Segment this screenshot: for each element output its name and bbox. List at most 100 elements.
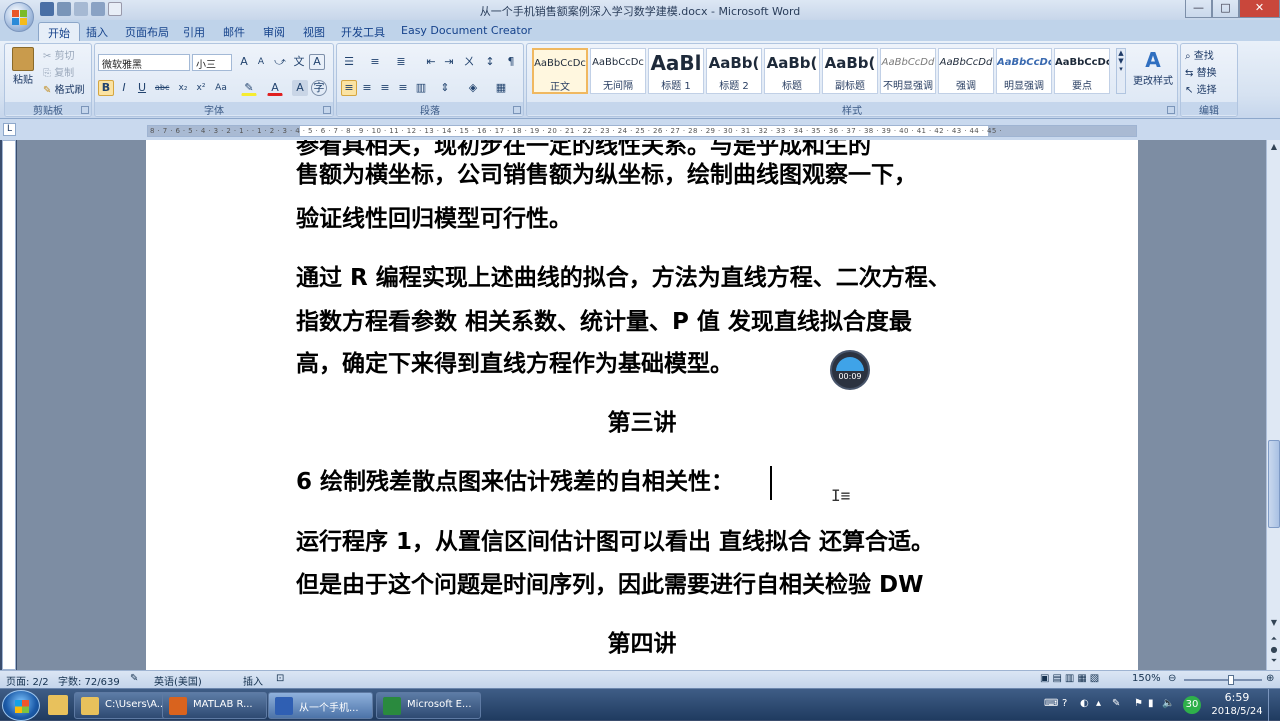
taskbar-item-excel[interactable]: Microsoft E... [376,692,481,719]
style-subtitle[interactable]: AaBb(副标题 [822,48,878,94]
align-right-icon[interactable]: ≡ [377,80,393,96]
pen-icon[interactable]: ✎ [1112,698,1120,709]
help-icon[interactable]: ? [1062,698,1067,709]
power-icon[interactable]: ▮ [1148,698,1154,709]
borders-icon[interactable]: ▦ [493,80,509,96]
style-normal[interactable]: AaBbCcDc 正文 [532,48,588,94]
tab-view[interactable]: 视图 [294,22,334,41]
subscript-button[interactable]: x₂ [175,80,191,96]
style-strong[interactable]: AaBbCcDc 要点 [1054,48,1110,94]
enclose-char-icon[interactable]: 字 [311,80,327,96]
show-marks-icon[interactable]: ¶ [503,54,519,70]
phonetic-guide-icon[interactable]: 文 [291,54,307,70]
copy-button[interactable]: ⎘ 复制 [43,64,74,79]
taskbar-item-matlab[interactable]: MATLAB R... [162,692,267,719]
volume-icon[interactable]: 🔈 [1162,698,1174,709]
vertical-ruler[interactable] [2,140,16,670]
tab-easy-document-creator[interactable]: Easy Document Creator [392,22,541,41]
scrollbar-thumb[interactable] [1268,440,1280,528]
align-left-icon[interactable]: ≡ [341,80,357,96]
font-size-combo[interactable]: 小三 [192,54,232,71]
style-heading-1[interactable]: AaBl 标题 1 [648,48,704,94]
align-center-icon[interactable]: ≡ [359,80,375,96]
underline-button[interactable]: U [134,80,150,96]
strikethrough-button[interactable]: abc [154,80,170,96]
multilevel-list-icon[interactable]: ≣ [393,54,409,70]
shading-icon[interactable]: ◈ [465,80,481,96]
horizontal-ruler[interactable]: 8 · 7 · 6 · 5 · 4 · 3 · 2 · 1 · · 1 · 2 … [147,125,1137,137]
font-name-combo[interactable]: 微软雅黑 [98,54,190,71]
change-case-button[interactable]: Aa [213,80,229,96]
action-center-icon[interactable]: ⚑ [1134,698,1143,709]
prev-page-icon[interactable]: ⏶ [1268,634,1280,644]
style-heading-2[interactable]: AaBb(标题 2 [706,48,762,94]
style-no-spacing[interactable]: AaBbCcDc 无间隔 [590,48,646,94]
zoom-slider[interactable] [1184,675,1262,685]
vertical-scrollbar[interactable]: ▲ ▼ ⏶ ● ⏷ [1266,140,1280,670]
scroll-up-icon[interactable]: ▲ [1268,142,1280,154]
tab-references[interactable]: 引用 [174,22,214,41]
macro-record-icon[interactable]: ⊡ [276,673,284,684]
minimize-button[interactable]: — [1185,0,1212,18]
zoom-in-icon[interactable]: ⊕ [1266,673,1274,684]
tab-review[interactable]: 审阅 [254,22,294,41]
font-launcher-icon[interactable] [323,106,331,114]
chinese-layout-icon[interactable]: ㄨ [461,54,477,70]
show-desktop-button[interactable] [1268,689,1280,721]
paste-button[interactable]: 粘贴 [8,47,38,93]
grow-font-button[interactable]: A [236,54,252,70]
styles-scroll-icon[interactable]: ▲ ▼ ▾ [1116,48,1126,94]
bold-button[interactable]: B [98,80,114,96]
tab-insert[interactable]: 插入 [77,22,117,41]
style-subtle-emphasis[interactable]: AaBbCcDd 不明显强调 [880,48,936,94]
style-emphasis[interactable]: AaBbCcDd 强调 [938,48,994,94]
recording-timer[interactable]: 00:09 [830,350,870,390]
italic-button[interactable]: I [116,80,132,96]
taskbar-item-word[interactable]: 从一个手机... [268,692,373,719]
style-intense-emphasis[interactable]: AaBbCcDc 明显强调 [996,48,1052,94]
network-icon[interactable]: ◐ [1080,698,1089,709]
shrink-font-button[interactable]: A [253,54,269,70]
tab-selector-icon[interactable]: L [3,123,16,136]
paragraph-launcher-icon[interactable] [513,106,521,114]
close-button[interactable]: ✕ [1239,0,1280,18]
cut-button[interactable]: ✂ 剪切 [43,47,75,62]
clipboard-launcher-icon[interactable] [81,106,89,114]
clock-date[interactable]: 2018/5/24 [1208,706,1266,717]
highlight-icon[interactable]: ✎ [241,80,257,96]
tab-mailings[interactable]: 邮件 [214,22,254,41]
decrease-indent-icon[interactable]: ⇤ [423,54,439,70]
select-button[interactable]: ↖ 选择 [1185,81,1217,96]
find-button[interactable]: ⌕ 查找 [1185,47,1214,62]
language[interactable]: 英语(美国) [154,673,202,688]
zoom-level[interactable]: 150% [1132,673,1161,684]
superscript-button[interactable]: x² [193,80,209,96]
justify-icon[interactable]: ≡ [395,80,411,96]
styles-launcher-icon[interactable] [1167,106,1175,114]
tab-page-layout[interactable]: 页面布局 [116,22,178,41]
word-count[interactable]: 字数: 72/639 [58,673,120,688]
style-title[interactable]: AaBb(标题 [764,48,820,94]
document-page[interactable]: 参看具相关，现初步在一定的线性关系。与是乎成和生的 售额为横坐标，公司销售额为纵… [146,140,1138,670]
zoom-out-icon[interactable]: ⊖ [1168,673,1176,684]
numbering-icon[interactable]: ≡ [367,54,383,70]
proofing-icon[interactable]: ✎ [130,673,138,684]
scroll-down-icon[interactable]: ▼ [1268,618,1280,630]
distributed-icon[interactable]: ▥ [413,80,429,96]
keyboard-icon[interactable]: ⌨ [1044,698,1058,709]
font-color-button[interactable]: A [267,80,283,96]
replace-button[interactable]: ⇆ 替换 [1185,64,1217,79]
view-buttons[interactable]: ▣▤▥▦▧ [1040,673,1102,684]
bullets-icon[interactable]: ☰ [341,54,357,70]
char-border-icon[interactable]: A [309,54,325,70]
tab-home[interactable]: 开始 [38,22,80,41]
zoom-slider-handle[interactable] [1228,675,1234,685]
explorer-pin-icon[interactable] [48,695,68,715]
insert-mode[interactable]: 插入 [243,673,263,688]
show-hidden-icons[interactable]: ▴ [1096,698,1101,709]
select-browse-object-icon[interactable]: ● [1268,645,1280,655]
start-button[interactable] [2,690,40,721]
sort-icon[interactable]: ↕ [482,54,498,70]
page-count[interactable]: 页面: 2/2 [6,673,49,688]
change-styles-button[interactable]: A 更改样式 [1131,48,1175,87]
